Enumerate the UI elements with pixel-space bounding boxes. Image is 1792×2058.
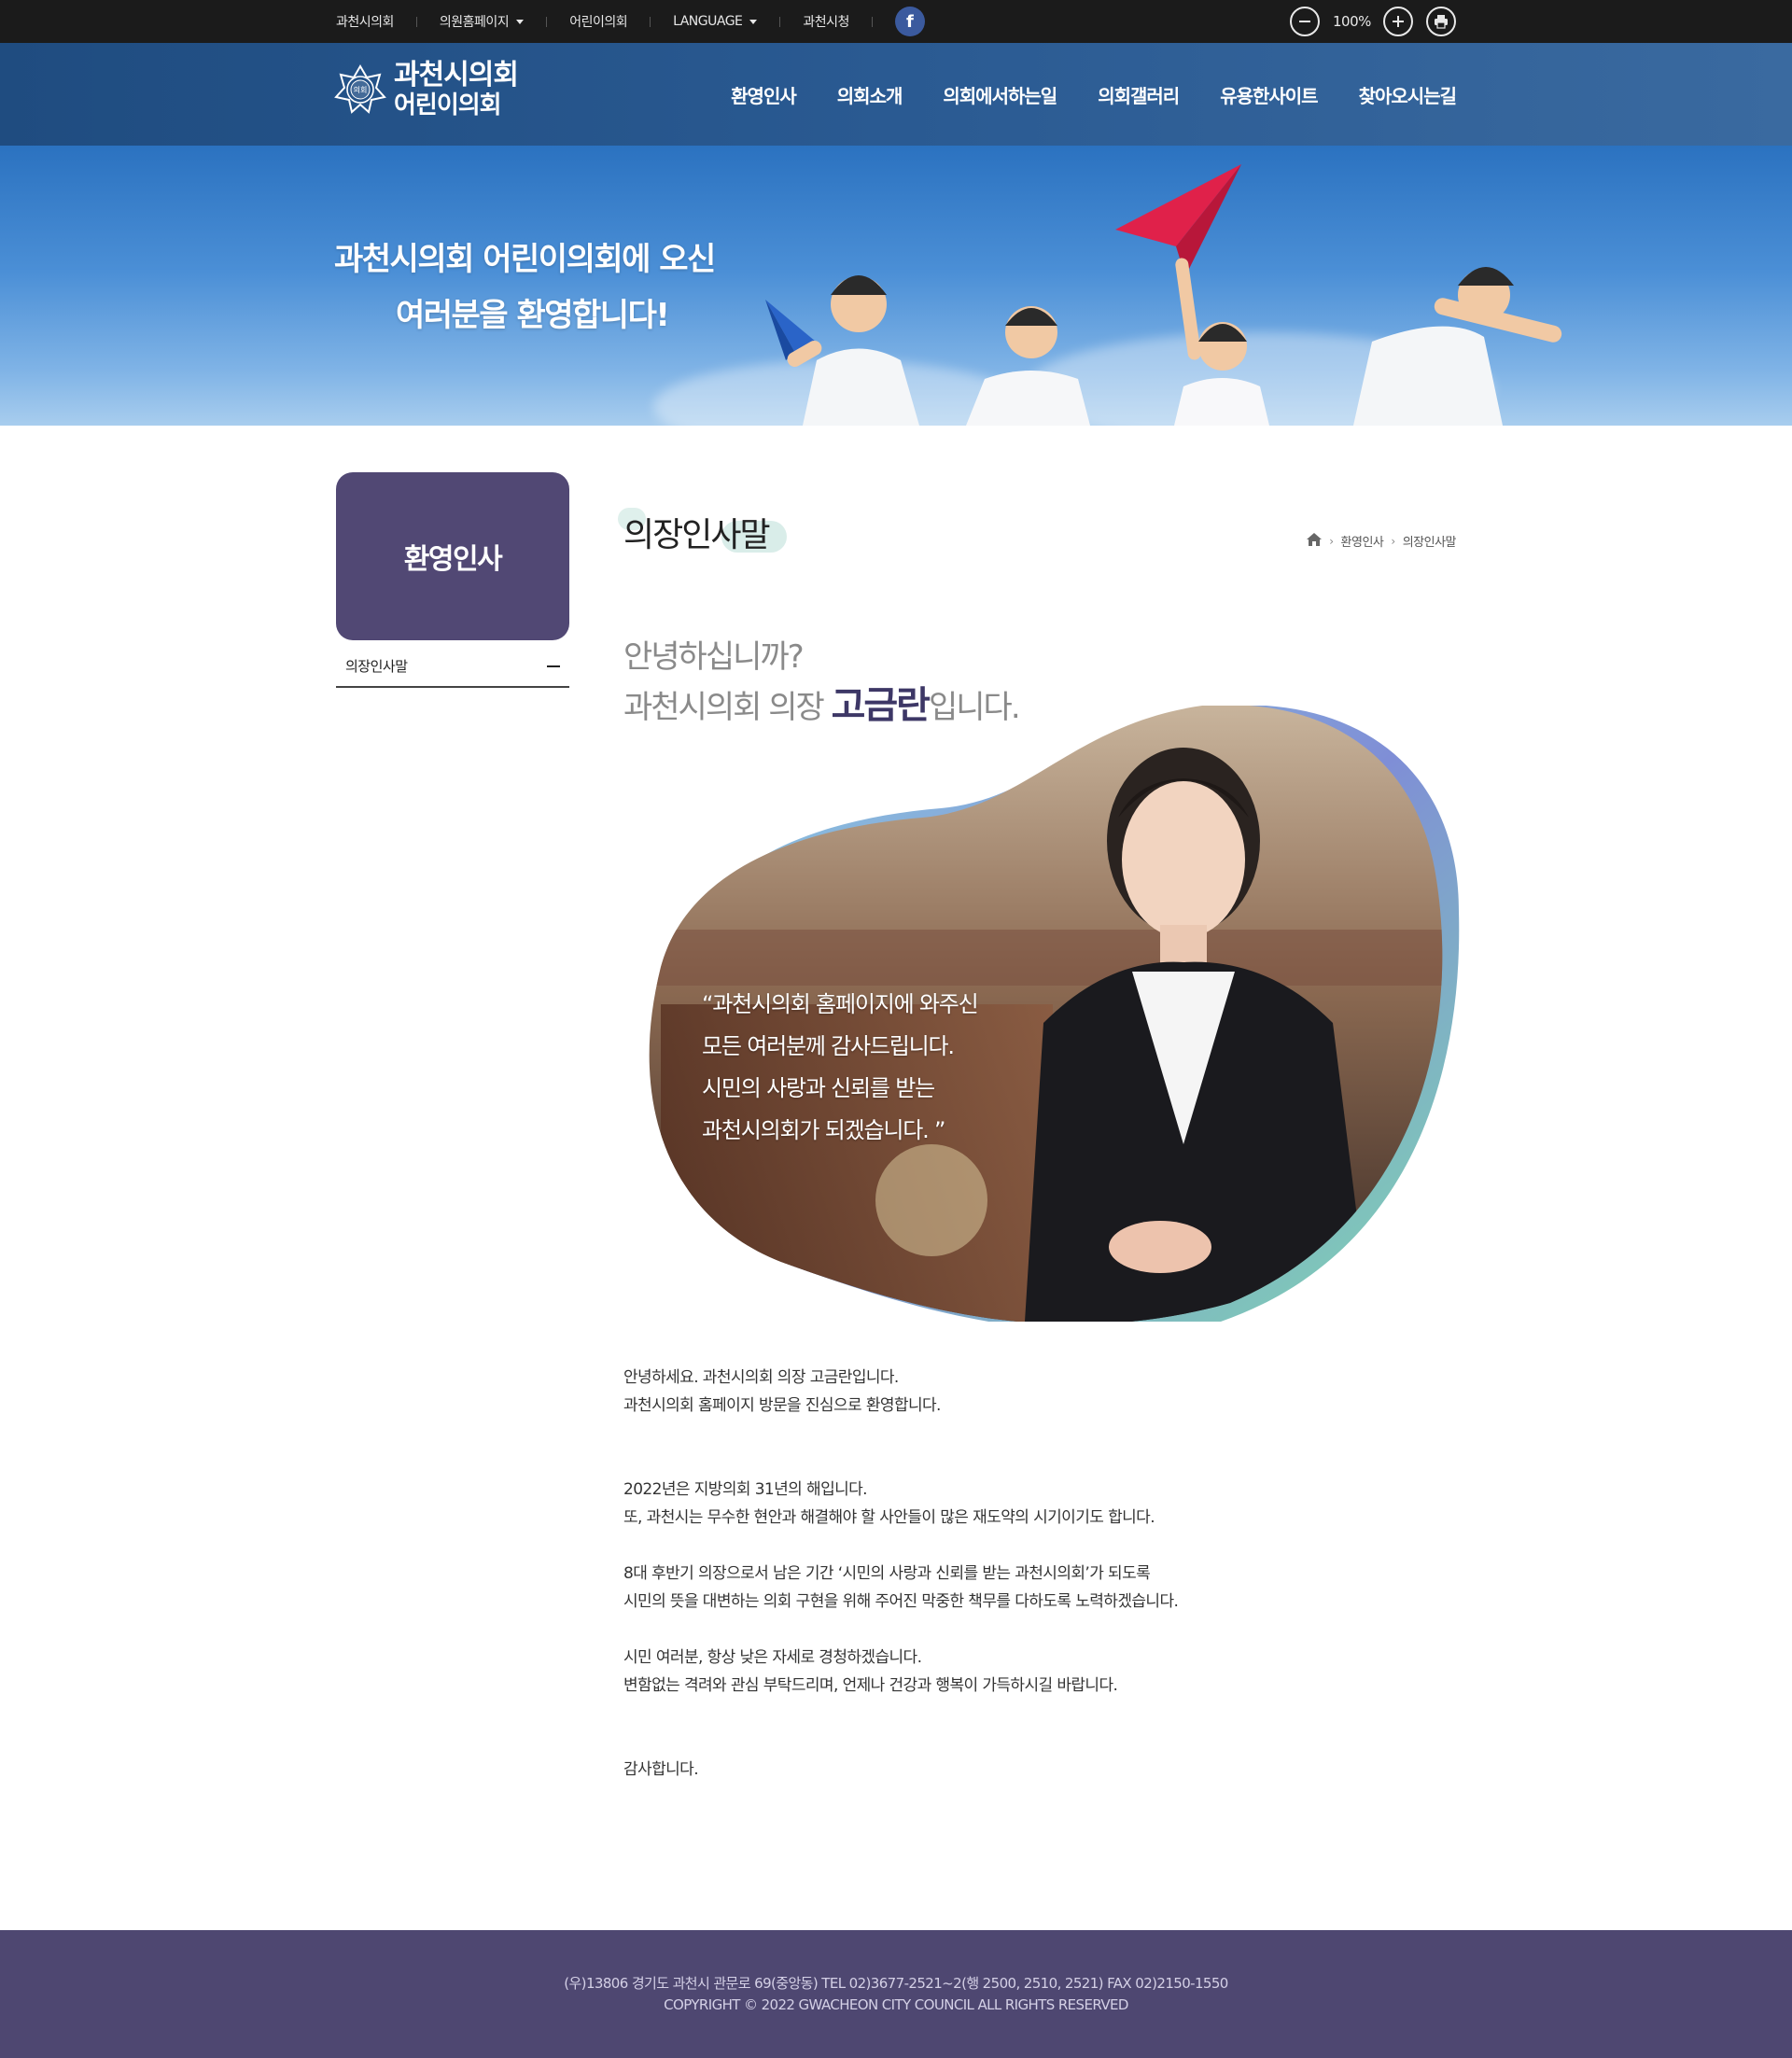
paragraph-line: 시민의 뜻을 대변하는 의회 구현을 위해 주어진 막중한 책무를 다하도록 노… <box>623 1592 1179 1611</box>
greeting-paragraph: 안녕하세요. 과천시의회 의장 고금란입니다. 과천시의회 홈페이지 방문을 진… <box>623 1364 941 1420</box>
paragraph-line: 8대 후반기 의장으로서 남은 기간 ‘시민의 사랑과 신뢰를 받는 과천시의회… <box>623 1564 1151 1583</box>
link-label: 과천시청 <box>803 15 849 30</box>
quote-line: 시민의 사랑과 신뢰를 받는 <box>702 1075 935 1101</box>
footer-info: (우)13806 경기도 과천시 관문로 69(중앙동) TEL 02)3677… <box>0 1973 1792 2016</box>
page-title-area: 의장인사말 <box>618 508 787 556</box>
paragraph-line: 시민 여러분, 항상 낮은 자세로 경청하겠습니다. <box>623 1648 922 1667</box>
greeting-paragraph: 시민 여러분, 항상 낮은 자세로 경청하겠습니다. 변함없는 격려와 관심 부… <box>623 1644 1118 1700</box>
logo-text: 과천시의회 어린이의회 <box>394 59 519 119</box>
quote-line: 모든 여러분께 감사드립니다. <box>702 1033 955 1059</box>
print-button[interactable] <box>1426 7 1456 36</box>
paragraph-line: 2022년은 지방의회 31년의 해입니다. <box>623 1480 868 1499</box>
greeting-paragraph: 8대 후반기 의장으로서 남은 기간 ‘시민의 사랑과 신뢰를 받는 과천시의회… <box>623 1560 1179 1616</box>
paragraph-line: 또, 과천시는 무수한 현안과 해결해야 할 사안들이 많은 재도약의 시기이기… <box>623 1508 1155 1527</box>
site-footer: (우)13806 경기도 과천시 관문로 69(중앙동) TEL 02)3677… <box>0 1930 1792 2058</box>
quote-line: 과천시의회가 되겠습니다. ” <box>702 1117 945 1143</box>
page-title: 의장인사말 <box>623 516 771 554</box>
main-nav: 환영인사 의회소개 의회에서하는일 의회갤러리 유용한사이트 찾아오시는길 <box>731 43 1457 146</box>
logo-line1: 과천시의회 <box>394 59 519 91</box>
home-icon-svg <box>1307 532 1323 546</box>
link-member-homepage[interactable]: 의원홈페이지 <box>439 12 525 31</box>
printer-icon <box>1435 15 1448 29</box>
plus-icon <box>1393 16 1404 27</box>
paragraph-line: 과천시의회 홈페이지 방문을 진심으로 환영합니다. <box>623 1396 941 1415</box>
link-gwacheon-council[interactable]: 과천시의회 <box>336 12 394 31</box>
chevron-right-icon: › <box>1329 534 1334 548</box>
hero-banner: 과천시의회 어린이의회에 오신 여러분을 환영합니다! <box>0 146 1792 426</box>
minus-icon <box>547 665 560 667</box>
sidebar-item-chairman-greeting[interactable]: 의장인사말 <box>336 646 569 688</box>
sidebar-title-box: 환영인사 <box>336 472 569 640</box>
logo-line2: 어린이의회 <box>394 91 502 119</box>
paragraph-line: 감사합니다. <box>623 1760 699 1779</box>
nav-useful-sites[interactable]: 유용한사이트 <box>1220 81 1318 108</box>
breadcrumb-item[interactable]: 환영인사 <box>1341 532 1384 550</box>
separator <box>650 16 651 27</box>
link-label: LANGUAGE <box>673 14 743 29</box>
seal-text: 의회 <box>354 85 368 94</box>
utility-links: 과천시의회 의원홈페이지 어린이의회 LANGUAGE 과천시청 f <box>336 0 925 43</box>
sidebar-title: 환영인사 <box>403 543 503 576</box>
breadcrumb-current: 의장인사말 <box>1402 536 1457 550</box>
children-illustration <box>765 164 1562 426</box>
hero-text: 과천시의회 어린이의회에 오신 여러분을 환영합니다! <box>334 231 716 343</box>
utility-bar: 과천시의회 의원홈페이지 어린이의회 LANGUAGE 과천시청 f 100% <box>0 0 1792 43</box>
site-header: 의회 과천시의회 어린이의회 환영인사 의회소개 의회에서하는일 의회갤러리 유… <box>0 43 1792 146</box>
sidebar-item-label: 의장인사말 <box>345 658 408 675</box>
link-children-council[interactable]: 어린이의회 <box>569 12 627 31</box>
nav-directions[interactable]: 찾아오시는길 <box>1359 81 1457 108</box>
greeting-paragraph: 2022년은 지방의회 31년의 해입니다. 또, 과천시는 무수한 현안과 해… <box>623 1476 1155 1532</box>
zoom-controls: 100% <box>1290 0 1456 43</box>
paragraph-line: 변함없는 격려와 관심 부탁드리며, 언제나 건강과 행복이 가득하시길 바랍니… <box>623 1676 1118 1695</box>
link-label: 어린이의회 <box>569 15 628 30</box>
nav-welcome[interactable]: 환영인사 <box>731 81 797 108</box>
greeting-line1: 안녕하십니까? <box>623 638 805 676</box>
zoom-out-button[interactable] <box>1290 7 1320 36</box>
footer-copyright: COPYRIGHT © 2022 GWACHEON CITY COUNCIL A… <box>664 1996 1128 2013</box>
language-dropdown[interactable]: LANGUAGE <box>673 14 758 29</box>
greeting-paragraph: 감사합니다. <box>623 1756 699 1784</box>
separator <box>415 16 417 27</box>
home-icon[interactable] <box>1307 532 1323 550</box>
link-label: 과천시의회 <box>336 15 394 30</box>
council-seal-icon: 의회 <box>334 64 386 115</box>
chevron-right-icon: › <box>1391 534 1395 548</box>
chevron-down-icon <box>749 19 758 24</box>
separator <box>779 16 781 27</box>
separator <box>546 16 548 27</box>
separator <box>871 16 873 27</box>
breadcrumb: › 환영인사 › 의장인사말 <box>1307 532 1457 550</box>
nav-gallery[interactable]: 의회갤러리 <box>1098 81 1180 108</box>
link-city-hall[interactable]: 과천시청 <box>803 12 849 31</box>
chairman-quote: “과천시의회 홈페이지에 와주신 모든 여러분께 감사드립니다. 시민의 사랑과… <box>702 984 979 1152</box>
hero-line1: 과천시의회 어린이의회에 오신 <box>334 241 716 278</box>
nav-council-work[interactable]: 의회에서하는일 <box>943 81 1057 108</box>
zoom-level: 100% <box>1333 13 1371 30</box>
chevron-down-icon <box>516 19 525 24</box>
facebook-icon[interactable]: f <box>894 7 925 36</box>
site-logo[interactable]: 의회 과천시의회 어린이의회 <box>334 59 519 119</box>
nav-council-intro[interactable]: 의회소개 <box>837 81 903 108</box>
footer-address: (우)13806 경기도 과천시 관문로 69(중앙동) TEL 02)3677… <box>564 1975 1228 1992</box>
zoom-in-button[interactable] <box>1383 7 1413 36</box>
link-label: 의원홈페이지 <box>439 15 510 30</box>
hero-line2: 여러분을 환영합니다! <box>396 297 670 334</box>
paragraph-line: 안녕하세요. 과천시의회 의장 고금란입니다. <box>623 1368 899 1387</box>
minus-icon <box>1299 21 1310 22</box>
quote-line: “과천시의회 홈페이지에 와주신 <box>702 991 979 1017</box>
